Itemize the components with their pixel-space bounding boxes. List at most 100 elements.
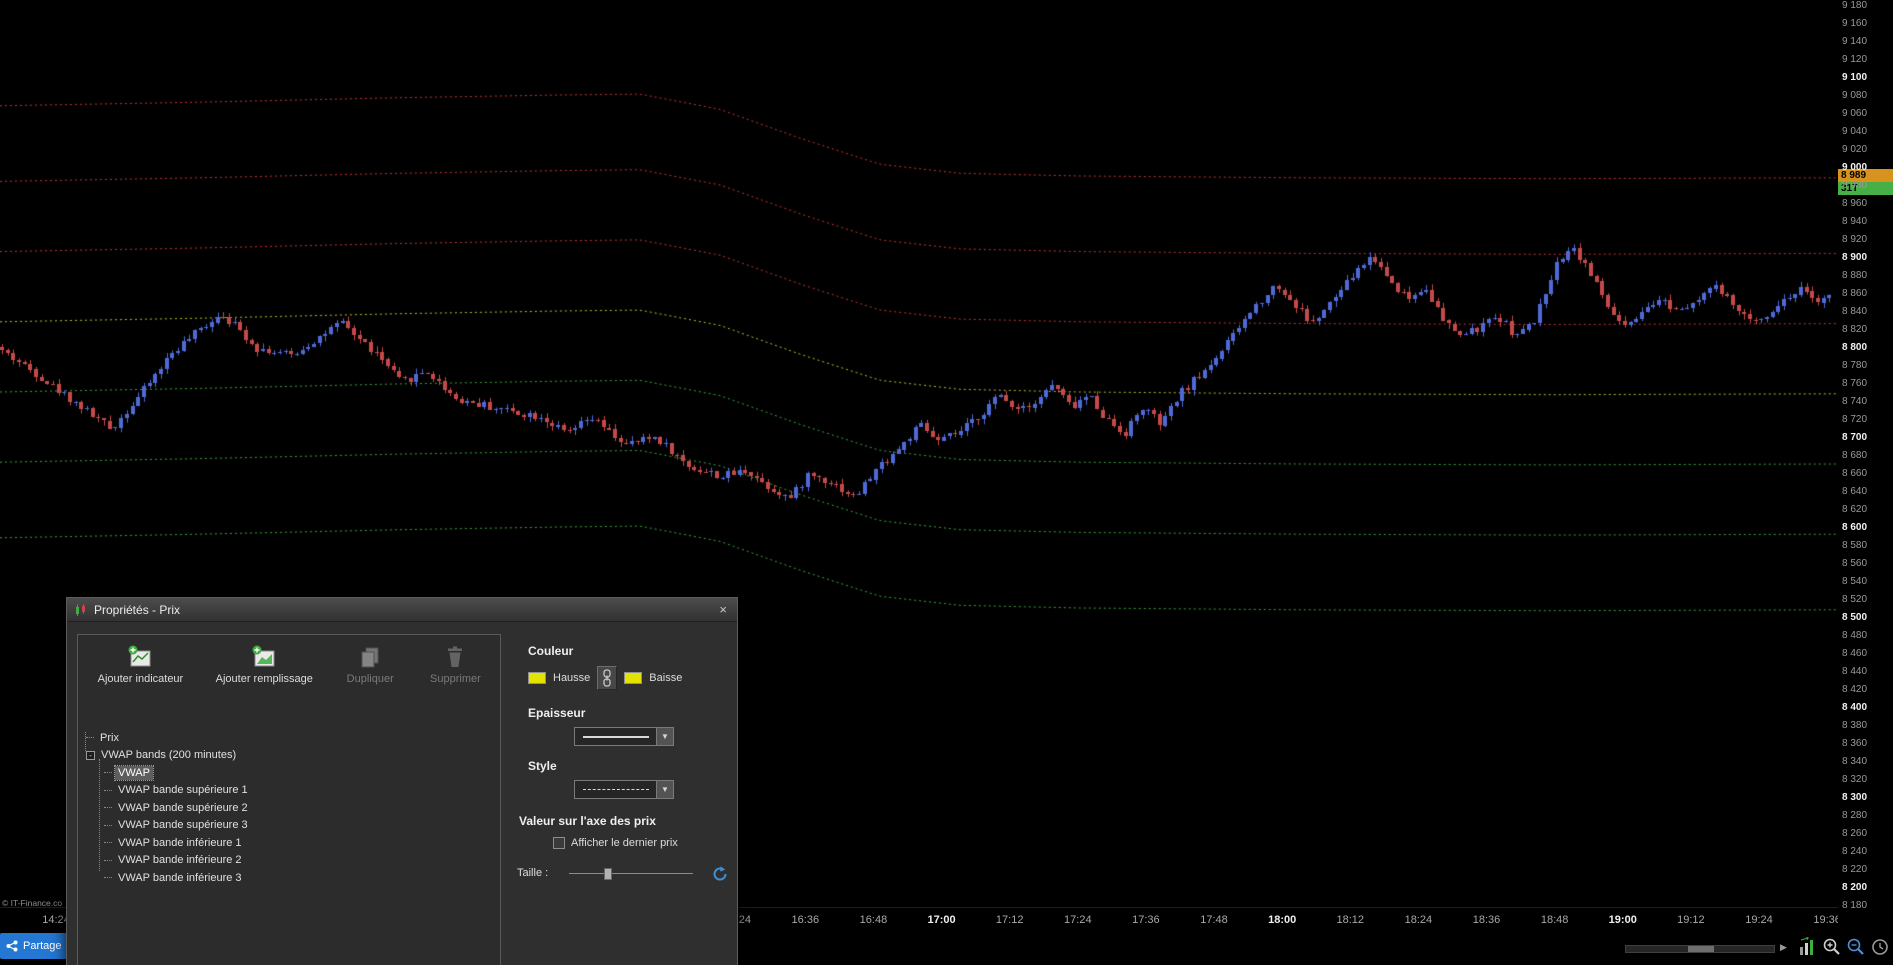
- price-axis-label: 8 480: [1842, 629, 1868, 641]
- time-axis-label: 17:00: [927, 914, 956, 926]
- price-axis-label: 8 680: [1842, 449, 1868, 461]
- chart-horizontal-scrollbar[interactable]: [1625, 945, 1775, 953]
- price-axis-label: 9 100: [1842, 71, 1868, 83]
- price-axis-label: 8 860: [1842, 287, 1868, 299]
- tree-item-label: VWAP bande inférieure 1: [118, 836, 242, 849]
- time-axis-label: 16:36: [791, 914, 820, 926]
- tree-item-vwap-bande-sup-rieure-1[interactable]: VWAP bande supérieure 1: [82, 782, 496, 800]
- time-axis-label: 19:12: [1677, 914, 1705, 926]
- add-fill-button[interactable]: Ajouter remplissage: [201, 642, 328, 685]
- dialog-title: Propriétés - Prix: [94, 602, 181, 617]
- scrollbar-handle[interactable]: [1688, 946, 1714, 952]
- show-last-price-row: Afficher le dernier prix: [553, 837, 678, 849]
- tree-item-vwap-bande-sup-rieure-2[interactable]: VWAP bande supérieure 2: [82, 799, 496, 817]
- price-axis-label: 9 000: [1842, 161, 1868, 173]
- price-axis-label: 9 020: [1842, 143, 1868, 155]
- dialog-titlebar[interactable]: Propriétés - Prix ×: [67, 598, 737, 622]
- chevron-down-icon: ▼: [656, 781, 673, 798]
- price-axis-label: 9 040: [1842, 125, 1868, 137]
- price-axis-label: 8 380: [1842, 719, 1868, 731]
- price-axis-label: 8 620: [1842, 503, 1868, 515]
- close-icon[interactable]: ×: [716, 602, 730, 617]
- price-axis-label: 8 940: [1842, 215, 1868, 227]
- price-axis[interactable]: 8 989 31T 9 180 9 160 9 140 9 120 9 100 9 080…: [1838, 0, 1893, 933]
- tree-item-vwap-bands-200-minutes[interactable]: - VWAP bands (200 minutes): [82, 747, 496, 765]
- up-color-swatch[interactable]: [528, 672, 546, 684]
- price-axis-label: 9 120: [1842, 53, 1868, 65]
- tree-item-vwap-bande-inf-rieure-2[interactable]: VWAP bande inférieure 2: [82, 852, 496, 870]
- zoom-in-icon[interactable]: [1822, 937, 1842, 957]
- tree-connector: [86, 737, 94, 739]
- duplicate-button: Dupliquer: [328, 642, 413, 685]
- price-axis-label: 8 440: [1842, 665, 1868, 677]
- scroll-right-arrow[interactable]: ▶: [1780, 942, 1787, 953]
- show-last-price-checkbox[interactable]: [553, 837, 565, 849]
- chart-properties-icon: [76, 603, 85, 616]
- share-button[interactable]: Partage: [0, 933, 70, 959]
- price-axis-label: 9 140: [1842, 35, 1868, 47]
- price-axis-label: 9 160: [1842, 17, 1868, 29]
- zoom-out-icon[interactable]: [1846, 937, 1866, 957]
- trash-icon: [448, 646, 463, 667]
- add-indicator-button[interactable]: Ajouter indicateur: [80, 642, 201, 685]
- price-axis-label: 8 340: [1842, 755, 1868, 767]
- size-row: Taille :: [517, 863, 731, 885]
- line-style-dropdown[interactable]: ▼: [574, 780, 674, 799]
- tree-item-vwap-bande-inf-rieure-3[interactable]: VWAP bande inférieure 3: [82, 869, 496, 887]
- line-style-sample: [575, 781, 656, 798]
- price-axis-label: 8 640: [1842, 485, 1868, 497]
- price-axis-label: 8 400: [1842, 701, 1868, 713]
- properties-dialog: Propriétés - Prix × Ajouter indicateur Aj…: [66, 597, 738, 965]
- price-axis-label: 8 820: [1842, 323, 1868, 335]
- reset-button[interactable]: [709, 863, 730, 884]
- price-axis-label: 8 420: [1842, 683, 1868, 695]
- size-slider[interactable]: [569, 868, 693, 880]
- couleur-heading: Couleur: [528, 644, 574, 658]
- style-settings-panel: Couleur Hausse Baisse Epaisseur ▼ Style …: [513, 622, 735, 965]
- price-axis-label: 8 540: [1842, 575, 1868, 587]
- price-axis-label: 8 700: [1842, 431, 1868, 443]
- dialog-toolbar: Ajouter indicateur Ajouter remplissage Dup…: [78, 635, 500, 685]
- history-clock-icon[interactable]: [1870, 937, 1890, 957]
- epaisseur-heading: Epaisseur: [528, 706, 586, 720]
- tree-item-label: VWAP bande inférieure 3: [118, 871, 242, 884]
- price-axis-label: 8 760: [1842, 377, 1868, 389]
- indicator-tree: Prix - VWAP bands (200 minutes) VWAP VWAP ba…: [78, 723, 500, 965]
- price-axis-label: 8 200: [1842, 881, 1868, 893]
- price-axis-label: 8 240: [1842, 845, 1868, 857]
- collapse-icon[interactable]: -: [86, 750, 95, 760]
- style-heading: Style: [528, 759, 557, 773]
- price-axis-label: 9 180: [1842, 0, 1868, 11]
- time-axis-label: 17:48: [1200, 914, 1228, 926]
- price-axis-label: 8 980: [1842, 179, 1868, 191]
- price-axis-label: 8 320: [1842, 773, 1868, 785]
- price-axis-label: 8 740: [1842, 395, 1868, 407]
- display-settings-icon[interactable]: [1798, 937, 1818, 957]
- price-axis-label: 9 080: [1842, 89, 1868, 101]
- duplicate-icon: [361, 647, 379, 668]
- tree-connector: [104, 877, 112, 879]
- show-last-price-label: Afficher le dernier prix: [571, 837, 678, 849]
- tree-item-vwap-bande-sup-rieure-3[interactable]: VWAP bande supérieure 3: [82, 817, 496, 835]
- down-color-swatch[interactable]: [624, 672, 643, 684]
- tree-connector: [104, 807, 112, 809]
- price-axis-label: 8 920: [1842, 233, 1868, 245]
- price-axis-label: 8 560: [1842, 557, 1868, 569]
- tree-item-label: Prix: [100, 731, 119, 744]
- tree-connector: [104, 842, 112, 844]
- valeur-axe-heading: Valeur sur l'axe des prix: [519, 814, 656, 828]
- price-axis-label: 8 520: [1842, 593, 1868, 605]
- time-axis-label: 16:48: [859, 914, 888, 926]
- link-colors-button[interactable]: [597, 666, 618, 690]
- tree-connector: [104, 789, 112, 791]
- tree-item-prix[interactable]: Prix: [82, 729, 496, 747]
- thickness-dropdown[interactable]: ▼: [574, 727, 674, 746]
- color-row: Hausse Baisse: [528, 666, 682, 690]
- tree-item-vwap-bande-inf-rieure-1[interactable]: VWAP bande inférieure 1: [82, 834, 496, 852]
- price-axis-label: 8 360: [1842, 737, 1868, 749]
- tree-item-vwap[interactable]: VWAP: [82, 764, 496, 782]
- price-axis-label: 8 880: [1842, 269, 1868, 281]
- size-slider-handle[interactable]: [604, 868, 612, 880]
- price-axis-label: 8 960: [1842, 197, 1868, 209]
- add-indicator-icon: [128, 645, 151, 667]
